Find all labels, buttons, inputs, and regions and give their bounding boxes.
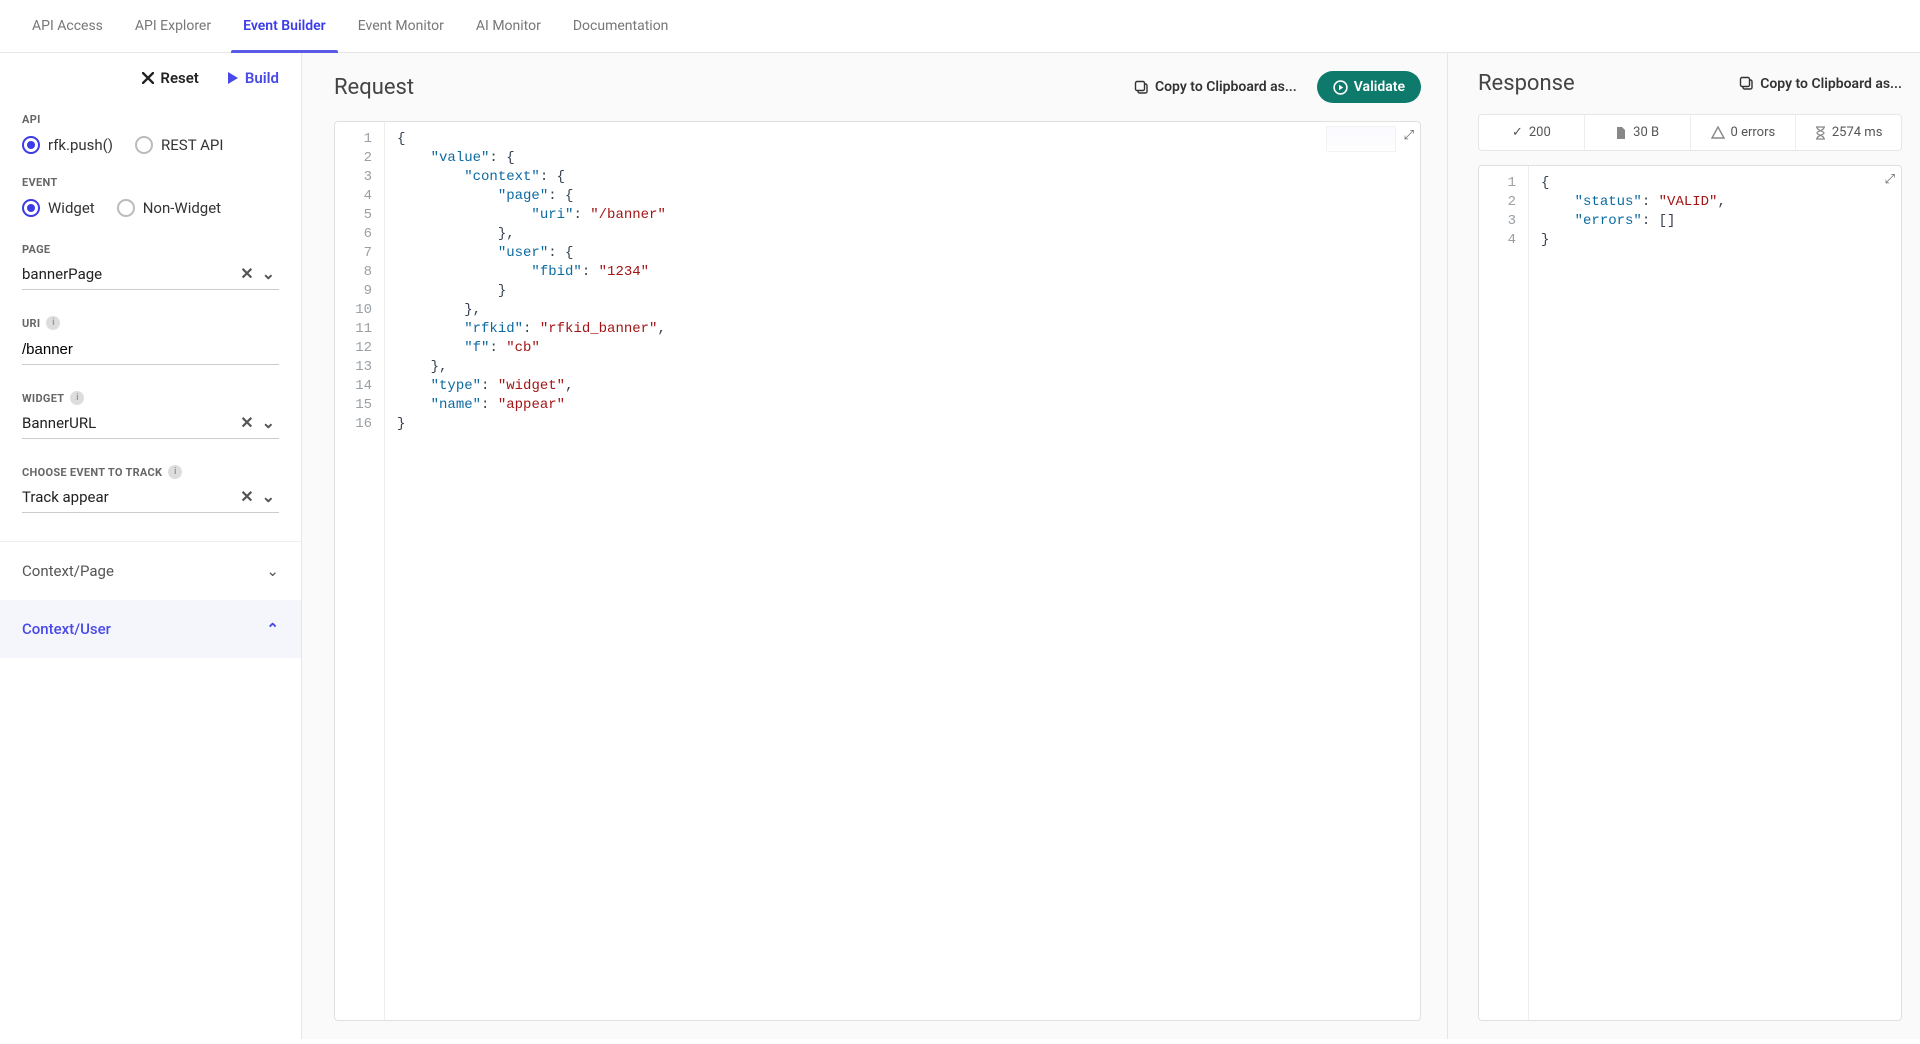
radio-label: REST API bbox=[161, 136, 223, 154]
copy-request-label: Copy to Clipboard as... bbox=[1155, 79, 1297, 95]
request-panel: Request Copy to Clipboard as... Validate bbox=[302, 53, 1448, 1039]
stat-size: 30 B bbox=[1584, 115, 1690, 150]
radio-dot-icon bbox=[117, 199, 135, 217]
stat-status: ✓ 200 bbox=[1479, 115, 1584, 150]
response-editor[interactable]: ⤢ 1 2 3 4 { "status": "VALID", "errors":… bbox=[1478, 165, 1902, 1021]
event-track-value: Track appear bbox=[22, 488, 236, 506]
build-button[interactable]: Build bbox=[227, 69, 279, 87]
section-label-uri: URI bbox=[22, 305, 40, 330]
validate-button[interactable]: Validate bbox=[1317, 71, 1421, 103]
build-label: Build bbox=[245, 69, 279, 87]
sidebar: Reset Build API rfk.push() REST API EVEN… bbox=[0, 53, 302, 1039]
section-label-api: API bbox=[0, 95, 301, 132]
reset-button[interactable]: Reset bbox=[142, 69, 198, 87]
warning-icon bbox=[1711, 126, 1725, 139]
response-stats: ✓ 200 30 B 0 errors 2574 ms bbox=[1478, 114, 1902, 151]
chevron-down-icon: ⌄ bbox=[266, 562, 279, 580]
radio-rest-api[interactable]: REST API bbox=[135, 136, 223, 154]
accordion-context-page[interactable]: Context/Page ⌄ bbox=[0, 542, 301, 600]
chevron-down-icon[interactable]: ⌄ bbox=[258, 264, 279, 283]
copy-icon bbox=[1739, 76, 1754, 91]
tab-event-monitor[interactable]: Event Monitor bbox=[346, 0, 456, 52]
code-minimap[interactable] bbox=[1326, 126, 1396, 152]
radio-widget[interactable]: Widget bbox=[22, 199, 95, 217]
play-icon bbox=[227, 71, 239, 85]
widget-select[interactable]: BannerURL ✕ ⌄ bbox=[22, 405, 279, 439]
clear-icon[interactable]: ✕ bbox=[236, 487, 257, 506]
line-gutter: 1 2 3 4 bbox=[1479, 166, 1529, 1020]
response-code[interactable]: { "status": "VALID", "errors": [] } bbox=[1529, 166, 1738, 1020]
stat-time: 2574 ms bbox=[1795, 115, 1901, 150]
hourglass-icon bbox=[1815, 126, 1826, 140]
radio-label: Non-Widget bbox=[143, 199, 221, 217]
response-title: Response bbox=[1478, 71, 1575, 96]
page-select[interactable]: bannerPage ✕ ⌄ bbox=[22, 256, 279, 290]
radio-dot-icon bbox=[135, 136, 153, 154]
copy-icon bbox=[1134, 80, 1149, 95]
chevron-up-icon: ⌃ bbox=[266, 620, 279, 638]
radio-dot-icon bbox=[22, 199, 40, 217]
section-label-event-track: CHOOSE EVENT TO TRACK bbox=[22, 454, 162, 479]
widget-select-value: BannerURL bbox=[22, 414, 236, 432]
accordion-label: Context/User bbox=[22, 620, 111, 638]
chevron-down-icon[interactable]: ⌄ bbox=[258, 487, 279, 506]
play-circle-icon bbox=[1333, 80, 1348, 95]
tab-ai-monitor[interactable]: AI Monitor bbox=[464, 0, 553, 52]
page-select-value: bannerPage bbox=[22, 265, 236, 283]
accordion-label: Context/Page bbox=[22, 562, 114, 580]
check-icon: ✓ bbox=[1512, 125, 1523, 140]
copy-response-button[interactable]: Copy to Clipboard as... bbox=[1739, 76, 1902, 92]
stat-errors: 0 errors bbox=[1690, 115, 1796, 150]
section-label-widget: WIDGET bbox=[22, 380, 64, 405]
response-panel: Response Copy to Clipboard as... ✓ 200 bbox=[1448, 53, 1920, 1039]
radio-label: Widget bbox=[48, 199, 95, 217]
reset-label: Reset bbox=[160, 69, 198, 87]
radio-non-widget[interactable]: Non-Widget bbox=[117, 199, 221, 217]
tab-api-explorer[interactable]: API Explorer bbox=[123, 0, 223, 52]
validate-label: Validate bbox=[1354, 79, 1405, 95]
section-label-page: PAGE bbox=[22, 225, 279, 256]
section-label-event: EVENT bbox=[0, 158, 301, 195]
info-icon[interactable]: i bbox=[168, 465, 182, 479]
tab-event-builder[interactable]: Event Builder bbox=[231, 0, 338, 52]
close-icon bbox=[142, 72, 154, 84]
info-icon[interactable]: i bbox=[70, 391, 84, 405]
uri-input[interactable] bbox=[22, 341, 279, 358]
accordion-context-user[interactable]: Context/User ⌃ bbox=[0, 600, 301, 658]
request-title: Request bbox=[334, 75, 414, 100]
clear-icon[interactable]: ✕ bbox=[236, 413, 257, 432]
uri-field[interactable] bbox=[22, 330, 279, 365]
line-gutter: 1 2 3 4 5 6 7 8 9 10 11 12 13 14 15 16 bbox=[335, 122, 385, 1020]
event-track-select[interactable]: Track appear ✕ ⌄ bbox=[22, 479, 279, 513]
expand-icon[interactable]: ⤢ bbox=[1885, 172, 1895, 187]
top-tabs: API Access API Explorer Event Builder Ev… bbox=[0, 0, 1920, 53]
expand-icon[interactable]: ⤢ bbox=[1404, 128, 1414, 143]
radio-dot-icon bbox=[22, 136, 40, 154]
copy-response-label: Copy to Clipboard as... bbox=[1760, 76, 1902, 92]
file-icon bbox=[1615, 126, 1627, 140]
request-code[interactable]: { "value": { "context": { "page": { "uri… bbox=[385, 122, 678, 1020]
copy-request-button[interactable]: Copy to Clipboard as... bbox=[1134, 79, 1297, 95]
chevron-down-icon[interactable]: ⌄ bbox=[258, 413, 279, 432]
radio-rfk-push[interactable]: rfk.push() bbox=[22, 136, 113, 154]
radio-label: rfk.push() bbox=[48, 136, 113, 154]
request-editor[interactable]: ⤢ 1 2 3 4 5 6 7 8 9 10 11 12 13 14 15 16… bbox=[334, 121, 1421, 1021]
tab-documentation[interactable]: Documentation bbox=[561, 0, 681, 52]
tab-api-access[interactable]: API Access bbox=[20, 0, 115, 52]
info-icon[interactable]: i bbox=[46, 316, 60, 330]
clear-icon[interactable]: ✕ bbox=[236, 264, 257, 283]
